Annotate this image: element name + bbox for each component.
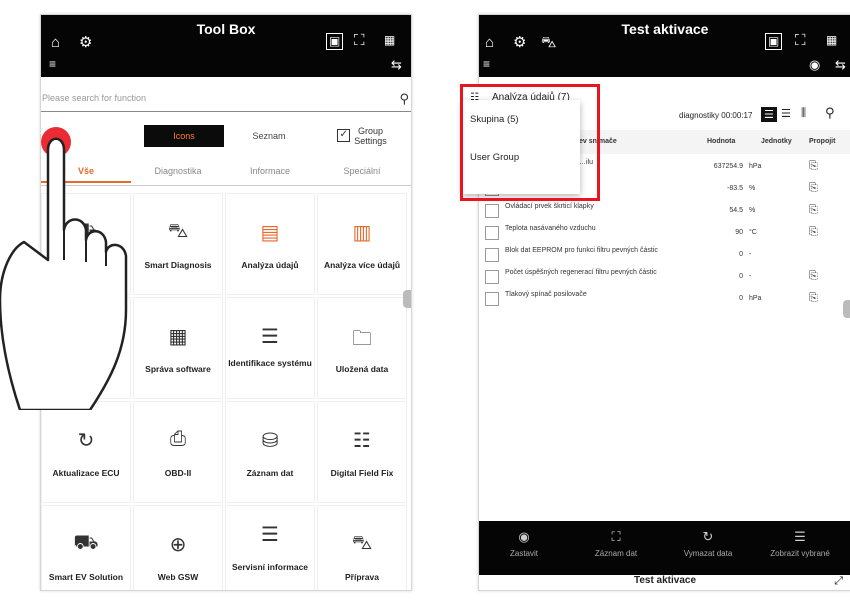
hand-pointer-icon — [0, 127, 128, 410]
ecu-update-icon: ↻ — [77, 430, 95, 452]
multi-data-analysis-icon: ▥ — [352, 222, 372, 244]
data-record-icon: ⛁ — [261, 430, 279, 452]
row-checkbox[interactable] — [485, 248, 499, 262]
table-row[interactable]: Tlakový spínač posilovače 0 hPa ⎘ — [479, 288, 850, 310]
exit-icon[interactable]: ⇆ — [835, 57, 846, 72]
tile-obd[interactable]: ⎙ OBD-II — [133, 401, 223, 503]
footer-title: Test aktivace — [633, 575, 697, 586]
waveform-icon[interactable]: ◉ — [809, 57, 820, 72]
settings-icon[interactable]: ⚙ — [79, 35, 92, 50]
saved-data-icon: 🗀 — [352, 328, 372, 350]
link-icon[interactable]: ⎘ — [809, 226, 818, 239]
software-management-icon: ▦ — [168, 326, 188, 348]
preparation-icon: ⛍ — [351, 532, 373, 554]
tile-software-management[interactable]: ▦ Správa software — [133, 297, 223, 399]
col-link[interactable]: Propojit — [809, 138, 835, 145]
link-icon[interactable]: ⎘ — [809, 182, 818, 195]
tab-diagnostics[interactable]: Diagnostika — [133, 161, 223, 181]
row-checkbox[interactable] — [485, 270, 499, 284]
table-row[interactable]: Blok dat EEPROM pro funkci filtru pevnýc… — [479, 244, 850, 266]
home-icon[interactable]: ⌂ — [485, 35, 494, 50]
tile-service-info[interactable]: ☰ Servisní informace — [225, 505, 315, 590]
tile-digital-field-fix[interactable]: ☷ Digital Field Fix — [317, 401, 407, 503]
home-icon[interactable]: ⌂ — [51, 35, 60, 50]
search-icon[interactable]: ⚲ — [399, 91, 409, 107]
service-info-icon: ☰ — [261, 524, 279, 546]
stop-icon: ◉ — [518, 529, 530, 544]
settings-icon[interactable]: ⚙ — [513, 35, 526, 50]
row-checkbox[interactable] — [485, 204, 499, 218]
scroll-handle[interactable] — [843, 300, 850, 318]
record-button[interactable]: ⛶ Záznam dat — [571, 529, 661, 558]
record-icon: ⛶ — [611, 529, 621, 544]
digital-field-fix-icon: ☷ — [353, 430, 371, 452]
exit-icon[interactable]: ⇆ — [391, 57, 402, 72]
search-icon[interactable]: ⚲ — [825, 105, 835, 121]
tile-data-record[interactable]: ⛁ Záznam dat — [225, 401, 315, 503]
link-icon[interactable]: ⎘ — [809, 270, 818, 283]
stop-button[interactable]: ◉ Zastavit — [479, 529, 569, 558]
screenshot-icon[interactable]: ⛶ — [795, 33, 806, 48]
group-settings-toggle[interactable]: ✓ Group Settings — [316, 125, 408, 148]
col-unit[interactable]: Jednotky — [761, 138, 792, 145]
view-icons-button[interactable]: Icons — [144, 125, 224, 147]
vehicle-menu-icon[interactable]: ≡ — [49, 57, 56, 72]
tab-information[interactable]: Informace — [225, 161, 315, 181]
tile-ev-solution[interactable]: ⛟ Smart EV Solution — [41, 505, 131, 590]
tile-data-analysis[interactable]: ▤ Analýza údajů — [225, 193, 315, 295]
search-bar[interactable]: Please search for function ⚲ — [41, 91, 411, 112]
view-list-button[interactable]: Seznam — [229, 125, 309, 147]
refresh-icon: ↻ — [702, 529, 714, 544]
vehicle-menu-icon[interactable]: ≡ — [483, 57, 490, 72]
vci-icon[interactable]: ▣ — [765, 33, 783, 50]
tile-system-identification[interactable]: ☰ Identifikace systému — [225, 297, 315, 399]
expand-icon[interactable]: ⤢ — [834, 575, 843, 588]
vehicle-icon[interactable]: ⛍ — [541, 35, 556, 50]
system-identification-icon: ☰ — [261, 326, 279, 348]
tab-special[interactable]: Speciální — [317, 161, 407, 181]
top-bar: ⌂ ⚙ Tool Box ▣ ⛶ ▦ ≡ ⇆ — [41, 15, 411, 77]
table-row[interactable]: Ovládací prvek škrticí klapky 54.5% ⎘ — [479, 200, 850, 222]
globe-icon: ⊕ — [169, 534, 187, 556]
checkbox-icon[interactable]: ✓ — [337, 128, 351, 142]
tile-smart-diagnosis[interactable]: ⛍ Smart Diagnosis — [133, 193, 223, 295]
search-input[interactable]: Please search for function — [42, 93, 146, 103]
vci-icon[interactable]: ▣ — [326, 33, 344, 50]
compact-view-icon[interactable]: ☰ — [781, 107, 791, 120]
ev-solution-icon: ⛟ — [73, 532, 99, 554]
list-view-icon[interactable]: ☰ — [761, 107, 777, 122]
tile-ecu-update[interactable]: ↻ Aktualizace ECU — [41, 401, 131, 503]
scroll-handle[interactable] — [403, 290, 411, 308]
row-checkbox[interactable] — [485, 226, 499, 240]
table-row[interactable]: Počet úspěšných regenerací filtru pevnýc… — [479, 266, 850, 288]
link-icon[interactable]: ⎘ — [809, 292, 818, 305]
bottom-action-bar: ◉ Zastavit ⛶ Záznam dat ↻ Vymazat data ☰ Zob… — [479, 521, 850, 575]
grid-icon[interactable]: ▦ — [826, 33, 837, 48]
link-icon[interactable]: ⎘ — [809, 160, 818, 173]
table-row[interactable]: Teplota nasávaného vzduchu 90 °C ⎘ — [479, 222, 850, 244]
tile-preparation[interactable]: ⛍ Příprava — [317, 505, 407, 590]
car-diagnosis-icon: ⛍ — [167, 220, 189, 242]
clear-data-button[interactable]: ↻ Vymazat data — [663, 529, 753, 558]
link-icon[interactable]: ⎘ — [809, 204, 818, 217]
screenshot-icon[interactable]: ⛶ — [354, 33, 365, 48]
show-selected-button[interactable]: ☰ Zobrazit vybrané — [755, 529, 845, 558]
tile-saved-data[interactable]: 🗀 Uložená data — [317, 297, 407, 399]
chart-view-icon[interactable]: ⫼ — [801, 107, 806, 120]
grid-icon[interactable]: ▦ — [384, 33, 395, 48]
row-checkbox[interactable] — [485, 292, 499, 306]
timer-label: diagnostiky 00:00:17 — [679, 111, 753, 120]
top-bar-right: ⌂ ⚙ ⛍ Test aktivace ▣ ⛶ ▦ ≡ ◉ ⇆ — [479, 15, 850, 77]
data-analysis-icon: ▤ — [260, 222, 280, 244]
highlight-frame — [460, 84, 600, 201]
tile-multi-data-analysis[interactable]: ▥ Analýza více údajů — [317, 193, 407, 295]
obd-icon: ⎙ — [170, 428, 186, 450]
col-value[interactable]: Hodnota — [707, 138, 735, 145]
tile-web-gsw[interactable]: ⊕ Web GSW — [133, 505, 223, 590]
show-selected-icon: ☰ — [794, 529, 806, 544]
